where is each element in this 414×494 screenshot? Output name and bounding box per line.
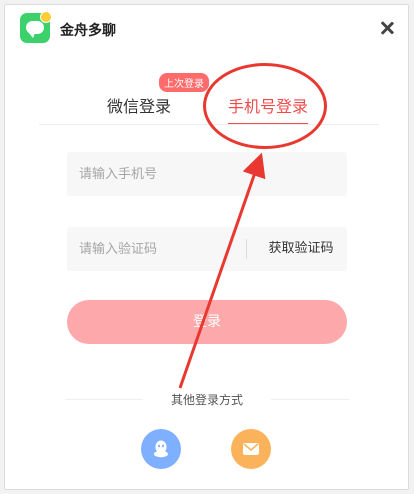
title-bar: 金舟多聊 [5,5,408,49]
code-field: 获取验证码 [67,227,347,271]
notification-dot-icon [40,11,52,23]
qq-icon [154,440,168,458]
login-window: 金舟多聊 微信登录 手机号登录 上次登录 获取验证码 登录 其他登录方式 [4,4,409,490]
phone-field [67,152,347,196]
tab-wechat-login[interactable]: 微信登录 [107,93,171,117]
login-tabs: 微信登录 手机号登录 上次登录 [39,73,379,125]
tabs-divider [39,124,379,125]
verification-code-input[interactable] [67,227,245,271]
divider-line [271,399,349,400]
chat-bubble-icon [26,21,44,38]
app-title: 金舟多聊 [60,23,116,39]
app-logo [20,11,52,43]
other-login-row: 其他登录方式 [65,389,349,409]
tab-phone-login[interactable]: 手机号登录 [228,93,308,117]
qq-login-button[interactable] [141,429,181,469]
login-button[interactable]: 登录 [67,300,347,344]
mail-icon [243,443,259,455]
mail-login-button[interactable] [231,429,271,469]
get-code-button[interactable]: 获取验证码 [255,227,347,271]
last-login-badge: 上次登录 [159,73,209,92]
code-field-divider [246,239,247,259]
phone-input[interactable] [67,152,347,196]
close-icon[interactable] [378,19,396,37]
